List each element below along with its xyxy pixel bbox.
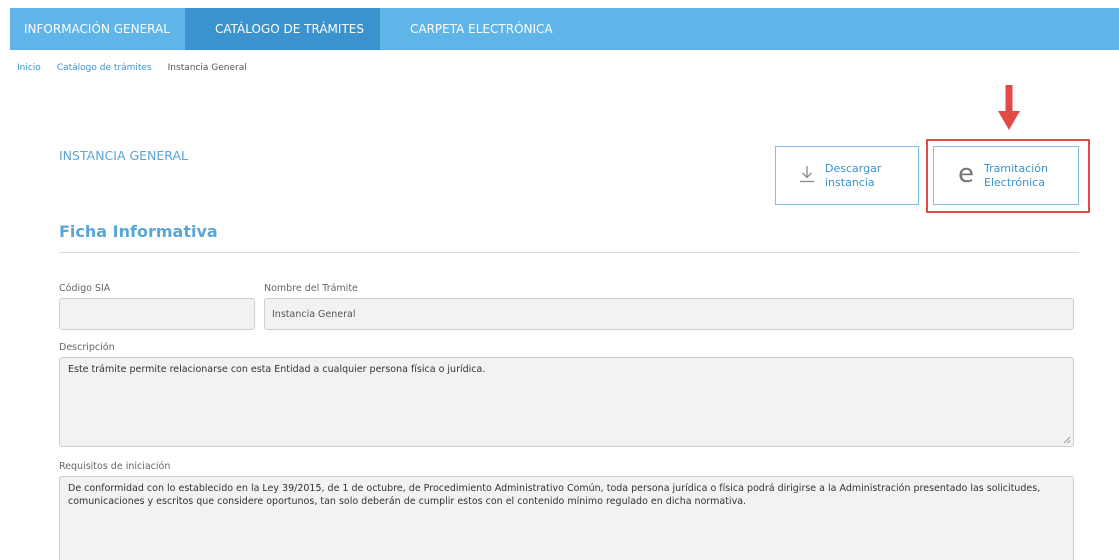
- requirements-label: Requisitos de iniciación: [59, 461, 171, 472]
- description-label: Descripción: [59, 342, 115, 353]
- e-icon: e: [958, 158, 974, 189]
- electronic-processing-button[interactable]: e Tramitación Electrónica: [933, 146, 1079, 205]
- resize-handle-icon[interactable]: [1062, 435, 1071, 444]
- sia-code-field[interactable]: [59, 298, 255, 330]
- top-navigation: INFORMACIÓN GENERAL CATÁLOGO DE TRÁMITES…: [10, 8, 1119, 50]
- download-instance-label: Descargar instancia: [825, 161, 882, 189]
- description-text: Este trámite permite relacionarse con es…: [68, 364, 486, 375]
- breadcrumb-catalogo[interactable]: Catálogo de trámites: [57, 63, 152, 73]
- download-icon: [799, 165, 815, 186]
- description-textarea[interactable]: Este trámite permite relacionarse con es…: [59, 357, 1074, 447]
- procedure-name-field[interactable]: Instancia General: [264, 298, 1074, 330]
- tab-informacion-general[interactable]: INFORMACIÓN GENERAL: [10, 8, 185, 50]
- divider: [59, 252, 1079, 253]
- breadcrumb: Inicio Catálogo de trámites Instancia Ge…: [17, 63, 247, 73]
- requirements-text: De conformidad con lo establecido en la …: [68, 483, 1041, 507]
- breadcrumb-inicio[interactable]: Inicio: [17, 63, 41, 73]
- tab-carpeta-electronica[interactable]: CARPETA ELECTRÓNICA: [380, 8, 583, 50]
- download-instance-button[interactable]: Descargar instancia: [775, 146, 919, 205]
- procedure-name-label: Nombre del Trámite: [264, 283, 358, 294]
- page-title: INSTANCIA GENERAL: [59, 148, 189, 163]
- breadcrumb-current: Instancia General: [167, 63, 247, 73]
- sia-code-label: Código SIA: [59, 283, 111, 294]
- tab-catalogo-de-tramites[interactable]: CATÁLOGO DE TRÁMITES: [185, 8, 380, 50]
- red-arrow-annotation: [998, 85, 1020, 130]
- electronic-processing-label: Tramitación Electrónica: [984, 161, 1048, 189]
- ficha-informativa-heading: Ficha Informativa: [59, 222, 218, 241]
- requirements-textarea[interactable]: De conformidad con lo establecido en la …: [59, 476, 1074, 560]
